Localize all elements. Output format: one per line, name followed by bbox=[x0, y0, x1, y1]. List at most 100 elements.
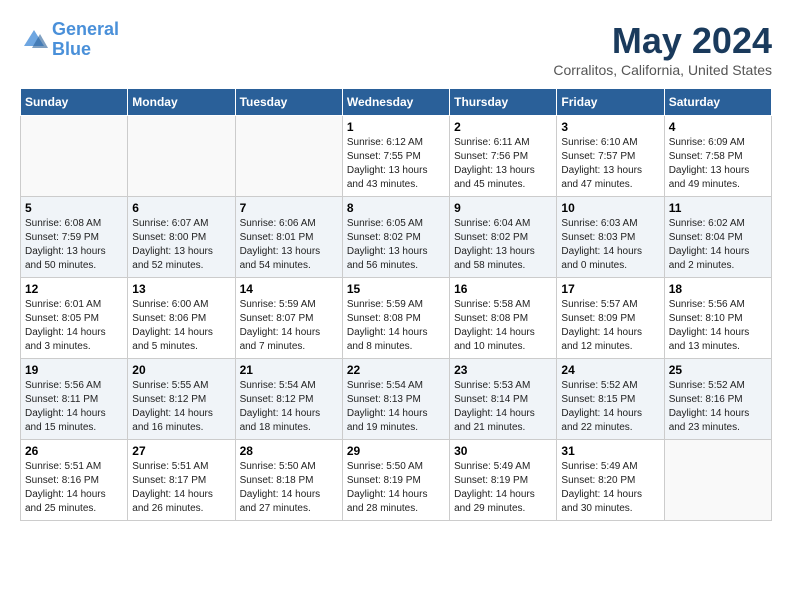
day-number: 15 bbox=[347, 282, 445, 296]
weekday-header-saturday: Saturday bbox=[664, 89, 771, 116]
day-info: Sunrise: 5:59 AMSunset: 8:07 PMDaylight:… bbox=[240, 298, 338, 354]
weekday-header-monday: Monday bbox=[128, 89, 235, 116]
calendar-cell: 24Sunrise: 5:52 AMSunset: 8:15 PMDayligh… bbox=[557, 359, 664, 440]
day-number: 6 bbox=[132, 201, 230, 215]
location: Corralitos, California, United States bbox=[553, 62, 772, 78]
day-info: Sunrise: 5:49 AMSunset: 8:20 PMDaylight:… bbox=[561, 460, 659, 516]
weekday-header-row: SundayMondayTuesdayWednesdayThursdayFrid… bbox=[21, 89, 772, 116]
day-number: 13 bbox=[132, 282, 230, 296]
day-info: Sunrise: 5:54 AMSunset: 8:13 PMDaylight:… bbox=[347, 379, 445, 435]
page-header: General Blue May 2024 Corralitos, Califo… bbox=[20, 20, 772, 78]
calendar-cell: 10 Sunrise: 6:03 AMSunset: 8:03 PMDayligh… bbox=[557, 197, 664, 278]
day-info: Sunrise: 5:51 AMSunset: 8:17 PMDaylight:… bbox=[132, 460, 230, 516]
day-number: 20 bbox=[132, 363, 230, 377]
calendar-cell: 19 Sunrise: 5:56 AMSunset: 8:11 PMDayligh… bbox=[21, 359, 128, 440]
day-info: Sunrise: 5:56 AMSunset: 8:10 PMDaylight:… bbox=[669, 298, 767, 354]
calendar-cell: 8 Sunrise: 6:05 AMSunset: 8:02 PMDaylight… bbox=[342, 197, 449, 278]
day-info: Sunrise: 5:54 AMSunset: 8:12 PMDaylight:… bbox=[240, 379, 338, 435]
calendar-cell bbox=[128, 116, 235, 197]
day-number: 21 bbox=[240, 363, 338, 377]
calendar-cell bbox=[235, 116, 342, 197]
day-info: Sunrise: 6:03 AMSunset: 8:03 PMDaylight:… bbox=[561, 217, 659, 273]
week-row-3: 12 Sunrise: 6:01 AMSunset: 8:05 PMDayligh… bbox=[21, 278, 772, 359]
calendar-cell: 3 Sunrise: 6:10 AMSunset: 7:57 PMDaylight… bbox=[557, 116, 664, 197]
calendar-cell bbox=[664, 440, 771, 521]
day-info: Sunrise: 5:51 AMSunset: 8:16 PMDaylight:… bbox=[25, 460, 123, 516]
day-number: 18 bbox=[669, 282, 767, 296]
calendar-cell: 7 Sunrise: 6:06 AMSunset: 8:01 PMDaylight… bbox=[235, 197, 342, 278]
day-number: 10 bbox=[561, 201, 659, 215]
calendar-cell: 15 Sunrise: 5:59 AMSunset: 8:08 PMDayligh… bbox=[342, 278, 449, 359]
day-number: 16 bbox=[454, 282, 552, 296]
calendar-cell bbox=[21, 116, 128, 197]
calendar-cell: 29Sunrise: 5:50 AMSunset: 8:19 PMDayligh… bbox=[342, 440, 449, 521]
day-info: Sunrise: 5:50 AMSunset: 8:19 PMDaylight:… bbox=[347, 460, 445, 516]
weekday-header-sunday: Sunday bbox=[21, 89, 128, 116]
day-info: Sunrise: 5:50 AMSunset: 8:18 PMDaylight:… bbox=[240, 460, 338, 516]
day-info: Sunrise: 6:04 AMSunset: 8:02 PMDaylight:… bbox=[454, 217, 552, 273]
calendar-cell: 27 Sunrise: 5:51 AMSunset: 8:17 PMDayligh… bbox=[128, 440, 235, 521]
logo: General Blue bbox=[20, 20, 119, 60]
day-info: Sunrise: 5:52 AMSunset: 8:16 PMDaylight:… bbox=[669, 379, 767, 435]
day-number: 24 bbox=[561, 363, 659, 377]
calendar-cell: 30 Sunrise: 5:49 AMSunset: 8:19 PMDayligh… bbox=[450, 440, 557, 521]
day-number: 5 bbox=[25, 201, 123, 215]
day-info: Sunrise: 5:58 AMSunset: 8:08 PMDaylight:… bbox=[454, 298, 552, 354]
day-number: 3 bbox=[561, 120, 659, 134]
calendar-cell: 20 Sunrise: 5:55 AMSunset: 8:12 PMDayligh… bbox=[128, 359, 235, 440]
calendar-cell: 11 Sunrise: 6:02 AMSunset: 8:04 PMDayligh… bbox=[664, 197, 771, 278]
day-number: 8 bbox=[347, 201, 445, 215]
calendar-cell: 2Sunrise: 6:11 AMSunset: 7:56 PMDaylight… bbox=[450, 116, 557, 197]
week-row-1: 1 Sunrise: 6:12 AMSunset: 7:55 PMDaylight… bbox=[21, 116, 772, 197]
day-number: 11 bbox=[669, 201, 767, 215]
day-number: 7 bbox=[240, 201, 338, 215]
day-number: 19 bbox=[25, 363, 123, 377]
day-info: Sunrise: 6:05 AMSunset: 8:02 PMDaylight:… bbox=[347, 217, 445, 273]
day-number: 2 bbox=[454, 120, 552, 134]
day-info: Sunrise: 5:59 AMSunset: 8:08 PMDaylight:… bbox=[347, 298, 445, 354]
day-info: Sunrise: 6:06 AMSunset: 8:01 PMDaylight:… bbox=[240, 217, 338, 273]
day-info: Sunrise: 6:02 AMSunset: 8:04 PMDaylight:… bbox=[669, 217, 767, 273]
calendar-cell: 12 Sunrise: 6:01 AMSunset: 8:05 PMDayligh… bbox=[21, 278, 128, 359]
day-info: Sunrise: 6:10 AMSunset: 7:57 PMDaylight:… bbox=[561, 136, 659, 192]
day-info: Sunrise: 6:00 AMSunset: 8:06 PMDaylight:… bbox=[132, 298, 230, 354]
calendar-cell: 1 Sunrise: 6:12 AMSunset: 7:55 PMDaylight… bbox=[342, 116, 449, 197]
day-number: 9 bbox=[454, 201, 552, 215]
day-number: 12 bbox=[25, 282, 123, 296]
calendar-cell: 25Sunrise: 5:52 AMSunset: 8:16 PMDayligh… bbox=[664, 359, 771, 440]
calendar-cell: 17 Sunrise: 5:57 AMSunset: 8:09 PMDayligh… bbox=[557, 278, 664, 359]
day-info: Sunrise: 5:55 AMSunset: 8:12 PMDaylight:… bbox=[132, 379, 230, 435]
day-info: Sunrise: 6:01 AMSunset: 8:05 PMDaylight:… bbox=[25, 298, 123, 354]
day-info: Sunrise: 6:07 AMSunset: 8:00 PMDaylight:… bbox=[132, 217, 230, 273]
day-number: 1 bbox=[347, 120, 445, 134]
calendar-cell: 28Sunrise: 5:50 AMSunset: 8:18 PMDayligh… bbox=[235, 440, 342, 521]
weekday-header-wednesday: Wednesday bbox=[342, 89, 449, 116]
day-number: 4 bbox=[669, 120, 767, 134]
calendar-cell: 22 Sunrise: 5:54 AMSunset: 8:13 PMDayligh… bbox=[342, 359, 449, 440]
day-number: 22 bbox=[347, 363, 445, 377]
logo-icon bbox=[20, 26, 48, 54]
calendar-cell: 18 Sunrise: 5:56 AMSunset: 8:10 PMDayligh… bbox=[664, 278, 771, 359]
weekday-header-friday: Friday bbox=[557, 89, 664, 116]
calendar-cell: 9 Sunrise: 6:04 AMSunset: 8:02 PMDaylight… bbox=[450, 197, 557, 278]
calendar-cell: 16 Sunrise: 5:58 AMSunset: 8:08 PMDayligh… bbox=[450, 278, 557, 359]
day-number: 14 bbox=[240, 282, 338, 296]
calendar-cell: 31Sunrise: 5:49 AMSunset: 8:20 PMDayligh… bbox=[557, 440, 664, 521]
calendar-cell: 26 Sunrise: 5:51 AMSunset: 8:16 PMDayligh… bbox=[21, 440, 128, 521]
day-number: 17 bbox=[561, 282, 659, 296]
day-info: Sunrise: 5:53 AMSunset: 8:14 PMDaylight:… bbox=[454, 379, 552, 435]
calendar-cell: 21 Sunrise: 5:54 AMSunset: 8:12 PMDayligh… bbox=[235, 359, 342, 440]
day-number: 27 bbox=[132, 444, 230, 458]
weekday-header-tuesday: Tuesday bbox=[235, 89, 342, 116]
calendar-cell: 5 Sunrise: 6:08 AMSunset: 7:59 PMDaylight… bbox=[21, 197, 128, 278]
week-row-5: 26 Sunrise: 5:51 AMSunset: 8:16 PMDayligh… bbox=[21, 440, 772, 521]
day-number: 23 bbox=[454, 363, 552, 377]
day-info: Sunrise: 6:12 AMSunset: 7:55 PMDaylight:… bbox=[347, 136, 445, 192]
day-info: Sunrise: 5:57 AMSunset: 8:09 PMDaylight:… bbox=[561, 298, 659, 354]
day-info: Sunrise: 5:56 AMSunset: 8:11 PMDaylight:… bbox=[25, 379, 123, 435]
day-number: 26 bbox=[25, 444, 123, 458]
day-info: Sunrise: 6:08 AMSunset: 7:59 PMDaylight:… bbox=[25, 217, 123, 273]
day-number: 30 bbox=[454, 444, 552, 458]
week-row-2: 5 Sunrise: 6:08 AMSunset: 7:59 PMDaylight… bbox=[21, 197, 772, 278]
day-info: Sunrise: 5:49 AMSunset: 8:19 PMDaylight:… bbox=[454, 460, 552, 516]
